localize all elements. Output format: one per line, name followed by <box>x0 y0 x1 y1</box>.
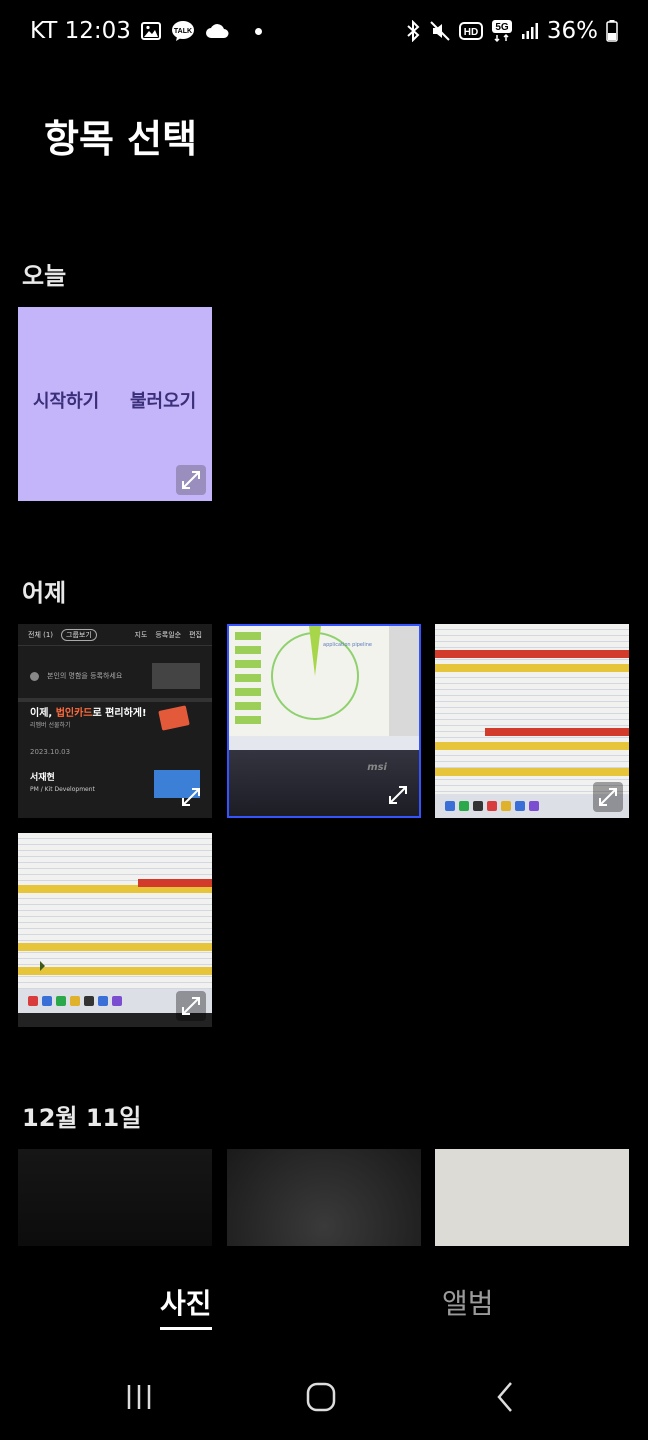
svg-text:TALK: TALK <box>174 28 192 35</box>
app-top-edit: 편집 <box>189 630 202 639</box>
app-top-all: 전체 (1) <box>28 630 54 639</box>
app-register-hint: 본인의 명함을 등록하세요 <box>47 672 123 680</box>
tile-text-load: 불러오기 <box>130 391 197 412</box>
back-icon[interactable] <box>484 1380 526 1414</box>
battery-percent: 36% <box>546 18 598 44</box>
recent-apps-icon[interactable] <box>118 1380 160 1414</box>
svg-text:5G: 5G <box>495 22 509 33</box>
app-banner: 이제, 법인카드로 편리하게! <box>30 708 147 719</box>
card-image <box>158 705 190 731</box>
5g-icon: 5G <box>491 19 513 43</box>
home-icon[interactable] <box>300 1380 342 1414</box>
photo-tile-yesterday-2[interactable]: application pipeline msi <box>227 624 421 818</box>
app-register-row: 본인의 명함을 등록하세요 <box>18 660 212 692</box>
photo-tile-yesterday-1[interactable]: 전체 (1) 그룹보기 지도 등록일순 편집 본인의 명함을 등록하세요 이제,… <box>18 624 212 818</box>
section-label-today: 오늘 <box>22 262 67 290</box>
app-card-name: 서재현 <box>30 773 55 783</box>
laptop-caption: application pipeline <box>323 642 373 648</box>
photo-tile-today-1[interactable]: 시작하기 불러오기 <box>18 307 212 501</box>
mouse-cursor-icon <box>40 961 45 971</box>
tab-albums[interactable]: 앨범 <box>442 1282 494 1322</box>
system-nav-bar <box>0 1354 648 1440</box>
tab-selected-indicator <box>160 1327 212 1330</box>
app-top-order: 등록일순 <box>155 630 182 639</box>
app-top-bar: 전체 (1) 그룹보기 지도 등록일순 편집 <box>18 624 212 646</box>
photo-tile-dec11-1[interactable] <box>18 1149 212 1246</box>
expand-icon[interactable] <box>176 465 206 495</box>
app-top-map: 지도 <box>134 630 148 639</box>
photo-tile-dec11-3[interactable] <box>435 1149 629 1246</box>
dot-icon <box>254 27 262 35</box>
cloud-icon <box>205 23 229 39</box>
tab-photos[interactable]: 사진 <box>160 1282 212 1330</box>
svg-text:HD: HD <box>464 27 478 38</box>
gallery-icon <box>140 22 161 40</box>
battery-icon <box>606 20 618 42</box>
app-top-pill: 그룹보기 <box>61 628 97 641</box>
expand-icon[interactable] <box>593 782 623 812</box>
hd-icon: HD <box>458 21 483 41</box>
app-card-role: PM / Kit Development <box>30 786 95 793</box>
section-label-yesterday: 어제 <box>22 579 67 607</box>
bluetooth-icon <box>405 20 421 42</box>
expand-icon[interactable] <box>383 780 413 810</box>
photo-tile-dec11-2[interactable] <box>227 1149 421 1246</box>
status-bar: KT 12:03 TALK HD 5G 36% <box>0 0 648 62</box>
bottom-tab-bar: 사진 앨범 <box>0 1246 648 1354</box>
laptop-screen: application pipeline <box>229 626 419 736</box>
page-title: 항목 선택 <box>44 117 198 161</box>
photo-tile-yesterday-4[interactable] <box>18 833 212 1027</box>
laptop-brand: msi <box>367 762 387 773</box>
section-label-dec11: 12월 11일 <box>22 1104 142 1132</box>
mute-icon <box>429 20 451 42</box>
app-register-placeholder <box>152 663 200 689</box>
divider <box>18 698 212 702</box>
kakaotalk-icon: TALK <box>171 20 195 42</box>
expand-icon[interactable] <box>176 782 206 812</box>
carrier-time: KT 12:03 <box>30 18 131 44</box>
app-banner-sub: 리멤버 선물하기 <box>30 722 71 729</box>
expand-icon[interactable] <box>176 991 206 1021</box>
info-icon <box>30 671 39 681</box>
signal-icon <box>521 22 539 40</box>
photo-tile-yesterday-3[interactable] <box>435 624 629 818</box>
tile-text-start: 시작하기 <box>33 391 100 412</box>
app-date: 2023.10.03 <box>30 748 71 756</box>
